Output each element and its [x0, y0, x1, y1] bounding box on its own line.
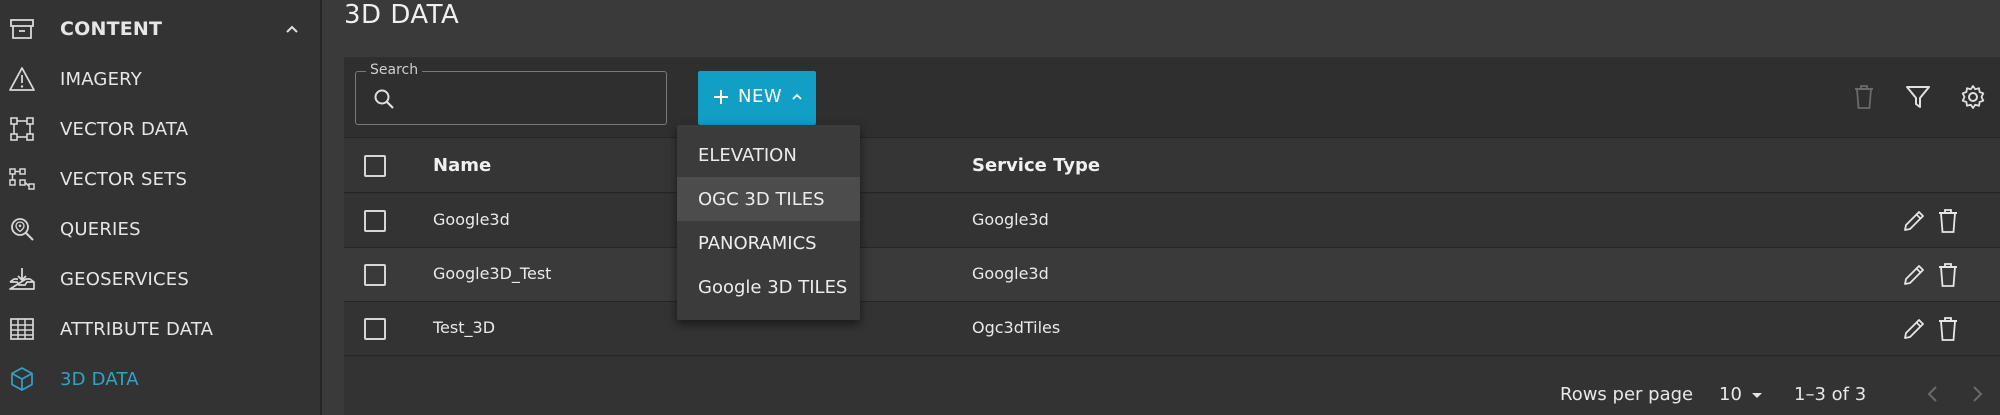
sidebar-item-imagery[interactable]: IMAGERY [0, 56, 320, 102]
sidebar-item-attribute-data[interactable]: ATTRIBUTE DATA [0, 306, 320, 352]
plus-icon [710, 86, 732, 108]
table-grid-icon [8, 315, 36, 343]
menu-item-elevation[interactable]: ELEVATION [677, 133, 860, 177]
sidebar-item-label: GEOSERVICES [60, 268, 189, 290]
filter-button[interactable] [1902, 81, 1934, 113]
chevron-up-icon[interactable] [282, 19, 302, 39]
table-row[interactable]: Test_3D Ogc3dTiles [344, 302, 2000, 356]
cell-service-type: Google3d [972, 264, 1049, 283]
sidebar-item-label: 3D DATA [60, 368, 139, 390]
pagination-range: 1–3 of 3 [1794, 384, 1867, 405]
toolbar: Search NEW [344, 57, 2000, 137]
settings-button[interactable] [1957, 81, 1989, 113]
warning-triangle-icon [8, 65, 36, 93]
cell-service-type: Google3d [972, 210, 1049, 229]
location-search-icon [8, 215, 36, 243]
select-all-checkbox[interactable] [364, 155, 386, 177]
trash-icon[interactable] [1935, 261, 1963, 289]
new-button-label: NEW [738, 86, 783, 107]
row-checkbox[interactable] [364, 210, 386, 232]
sidebar-item-3d-data[interactable]: 3D DATA [0, 356, 320, 402]
cell-service-type: Ogc3dTiles [972, 318, 1061, 337]
delete-selected-button[interactable] [1848, 81, 1880, 113]
table-pagination: Rows per page 10 1–3 of 3 [344, 357, 2000, 415]
table-header: Name Service Type [344, 137, 2000, 193]
pencil-icon[interactable] [1900, 261, 1928, 289]
filter-icon [1906, 86, 1930, 108]
table-row[interactable]: Google3d Google3d [344, 194, 2000, 248]
sidebar-item-queries[interactable]: QUERIES [0, 206, 320, 252]
rows-per-page-select[interactable]: 10 [1719, 384, 1742, 405]
sidebar-item-label: VECTOR DATA [60, 118, 189, 140]
archive-icon [8, 15, 36, 43]
sidebar-section-label: CONTENT [60, 18, 163, 40]
rows-per-page-label: Rows per page [1560, 384, 1694, 405]
main-content: 3D DATA Search NEW Name Service Type Goo… [322, 0, 2000, 415]
vector-square-icon [8, 115, 36, 143]
sidebar-item-geoservices[interactable]: GEOSERVICES [0, 256, 320, 302]
sidebar-item-vector-data[interactable]: VECTOR DATA [0, 106, 320, 152]
sidebar-item-label: VECTOR SETS [60, 168, 188, 190]
sidebar-item-label: IMAGERY [60, 68, 142, 90]
chevron-left-icon[interactable] [1922, 383, 1944, 405]
cell-name: Test_3D [433, 318, 496, 337]
menu-item-panoramics[interactable]: PANORAMICS [677, 221, 860, 265]
cell-name: Google3d [433, 210, 510, 229]
page-title: 3D DATA [344, 0, 460, 30]
cell-name: Google3D_Test [433, 264, 552, 283]
pencil-icon[interactable] [1900, 207, 1928, 235]
tray-download-icon [8, 265, 36, 293]
chevron-right-icon[interactable] [1966, 383, 1988, 405]
sidebar-item-label: ATTRIBUTE DATA [60, 318, 214, 340]
app-window: CONTENT IMAGERY VECTOR DATA VECTOR SETS [0, 0, 2000, 415]
vector-sets-icon [8, 165, 36, 193]
table-row[interactable]: Google3D_Test Google3d [344, 248, 2000, 302]
search-field[interactable]: Search [355, 62, 667, 125]
search-label: Search [366, 62, 423, 78]
menu-item-ogc-3d-tiles[interactable]: OGC 3D TILES [677, 177, 860, 221]
search-input[interactable] [406, 82, 656, 114]
menu-item-google-3d-tiles[interactable]: Google 3D TILES [677, 265, 860, 309]
row-checkbox[interactable] [364, 318, 386, 340]
column-header-service-type[interactable]: Service Type [972, 155, 1100, 176]
new-button[interactable]: NEW [698, 71, 816, 125]
trash-icon [1855, 85, 1873, 109]
search-icon [372, 87, 396, 111]
column-header-name[interactable]: Name [433, 155, 491, 176]
caret-down-icon[interactable] [1747, 385, 1769, 407]
sidebar-item-label: QUERIES [60, 218, 141, 240]
sidebar-section-content[interactable]: CONTENT [0, 6, 320, 52]
trash-icon[interactable] [1935, 207, 1963, 235]
cube-icon [8, 365, 36, 393]
data-panel: Search NEW Name Service Type Google3d Go… [344, 57, 2000, 415]
trash-icon[interactable] [1935, 315, 1963, 343]
new-dropdown-menu: ELEVATION OGC 3D TILES PANORAMICS Google… [677, 125, 860, 320]
sidebar: CONTENT IMAGERY VECTOR DATA VECTOR SETS [0, 0, 320, 415]
row-checkbox[interactable] [364, 264, 386, 286]
pencil-icon[interactable] [1900, 315, 1928, 343]
sidebar-item-vector-sets[interactable]: VECTOR SETS [0, 156, 320, 202]
gear-icon [1961, 85, 1985, 109]
chevron-up-icon [788, 88, 806, 106]
